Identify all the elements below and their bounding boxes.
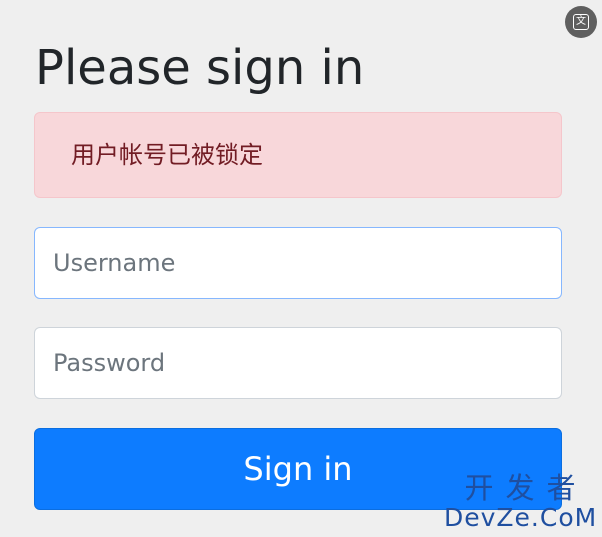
watermark-line-2: DevZe.CoM	[444, 503, 598, 532]
translate-button[interactable]: 文	[565, 6, 597, 38]
password-field	[34, 327, 562, 399]
username-input[interactable]	[53, 228, 543, 298]
watermark-line-1: 开发者	[464, 471, 588, 505]
error-alert-message: 用户帐号已被锁定	[71, 141, 263, 169]
username-field	[34, 227, 562, 299]
translate-icon: 文	[573, 14, 589, 30]
error-alert: 用户帐号已被锁定	[34, 112, 562, 198]
page-title: Please sign in	[35, 40, 365, 96]
password-input[interactable]	[53, 328, 543, 398]
site-watermark: 开发者 DevZe.CoM	[444, 472, 596, 532]
